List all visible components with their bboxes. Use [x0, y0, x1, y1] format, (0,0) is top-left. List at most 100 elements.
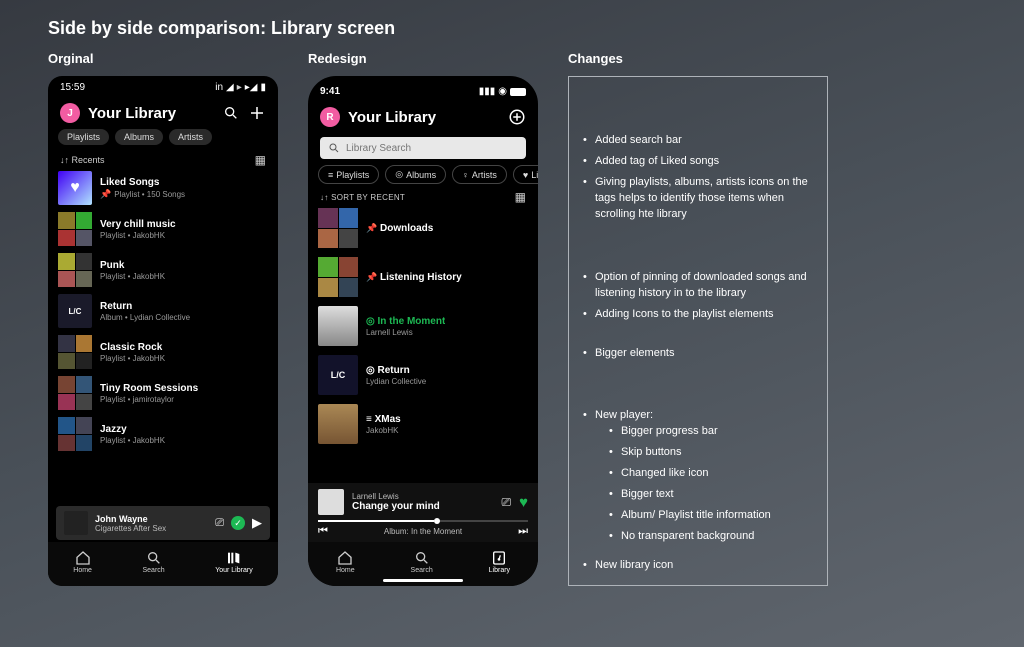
item-title: ≡ XMas — [366, 414, 401, 425]
change-subitem: Skip buttons — [609, 445, 813, 461]
thumb-playlist — [318, 404, 358, 444]
change-item: Added search bar — [583, 133, 813, 149]
list-item[interactable]: Very chill musicPlaylist • JakobHK — [58, 212, 268, 246]
pin-icon: 📌 — [366, 272, 377, 282]
list-item[interactable]: 📌 Listening History — [318, 257, 528, 297]
item-title: Return — [100, 301, 190, 312]
chip-playlists[interactable]: ≡Playlists — [318, 165, 379, 184]
col-original: Orginal 15:59 in ◢ ▸ ▸◢ ▮ J Your Library — [48, 51, 278, 586]
nav-search[interactable]: Search — [142, 550, 164, 574]
thumb-album: L/C — [58, 294, 92, 328]
list-item[interactable]: ♥ Liked Songs📌Playlist • 150 Songs — [58, 171, 268, 205]
chip-liked[interactable]: ♥Liked — [513, 165, 538, 184]
item-title: Classic Rock — [100, 342, 165, 353]
chip-albums[interactable]: Albums — [115, 129, 163, 145]
player-title: Change your mind — [352, 501, 493, 512]
progress-bar[interactable] — [318, 520, 528, 522]
list-item[interactable]: JazzyPlaylist • JakobHK — [58, 417, 268, 451]
status-icons: ▮▮▮ ◉ — [479, 86, 526, 97]
sort-button[interactable]: ↓↑ Recents — [60, 155, 105, 165]
nav-search[interactable]: Search — [411, 550, 433, 574]
chip-artists[interactable]: ♀Artists — [452, 165, 507, 184]
prev-icon[interactable]: ⏮ — [318, 525, 328, 538]
sort-button[interactable]: ↓↑ SORT BY RECENT — [320, 193, 405, 202]
nav-library[interactable]: Library — [489, 550, 510, 574]
item-subtitle: Playlist • JakobHK — [100, 231, 176, 240]
downloaded-icon: ✓ — [231, 516, 245, 530]
item-subtitle: Larnell Lewis — [366, 328, 445, 337]
add-icon[interactable] — [248, 104, 266, 122]
item-subtitle: JakobHK — [366, 426, 401, 435]
add-circle-icon[interactable] — [508, 108, 526, 126]
list-item[interactable]: L/C ◎ ReturnLydian Collective — [318, 355, 528, 395]
item-title: Very chill music — [100, 219, 176, 230]
header-title: Your Library — [88, 105, 214, 122]
list-item[interactable]: Classic RockPlaylist • JakobHK — [58, 335, 268, 369]
now-playing-bar[interactable]: Larnell Lewis Change your mind ⎚ ♥ ⏮ Alb… — [308, 483, 538, 542]
avatar[interactable]: R — [320, 107, 340, 127]
change-item: Bigger elements — [583, 346, 813, 362]
status-bar: 9:41 ▮▮▮ ◉ — [308, 76, 538, 99]
thumb-grid — [58, 417, 92, 451]
list-item[interactable]: L/C ReturnAlbum • Lydian Collective — [58, 294, 268, 328]
changes-box: Added search bar Added tag of Liked song… — [568, 76, 828, 586]
search-icon[interactable] — [222, 104, 240, 122]
player-artist: Cigarettes After Sex — [95, 524, 208, 533]
nav-library[interactable]: Your Library — [215, 550, 253, 574]
change-item: Option of pinning of downloaded songs an… — [583, 270, 813, 302]
change-subitem: Bigger progress bar — [609, 424, 813, 440]
chip-playlists[interactable]: Playlists — [58, 129, 109, 145]
home-indicator — [383, 579, 463, 582]
change-item: Added tag of Liked songs — [583, 154, 813, 170]
item-title: Tiny Room Sessions — [100, 383, 198, 394]
chip-artists[interactable]: Artists — [169, 129, 212, 145]
cellular-icon: ▮▮▮ — [479, 86, 496, 97]
status-icons: in ◢ ▸ ▸◢ ▮ — [215, 82, 266, 93]
next-icon[interactable]: ⏭ — [518, 525, 528, 538]
search-field[interactable] — [346, 143, 518, 154]
linkedin-icon: in — [215, 82, 223, 93]
play-icon[interactable]: ▶ — [252, 515, 262, 531]
header-title: Your Library — [348, 109, 500, 126]
chip-albums[interactable]: ◎Albums — [385, 165, 446, 184]
view-grid-icon[interactable]: ▦ — [255, 153, 266, 167]
phone-redesign: 9:41 ▮▮▮ ◉ R Your Library ≡Playlists — [308, 76, 538, 586]
change-item: Giving playlists, albums, artists icons … — [583, 175, 813, 223]
list-item[interactable]: ◎ In the MomentLarnell Lewis — [318, 306, 528, 346]
change-item: New library icon — [583, 558, 813, 574]
nav-home[interactable]: Home — [73, 550, 92, 574]
view-grid-icon[interactable]: ▦ — [515, 190, 526, 204]
cast-icon[interactable]: ⎚ — [215, 517, 224, 530]
item-subtitle: Playlist • JakobHK — [100, 436, 165, 445]
item-title: Jazzy — [100, 424, 165, 435]
bottom-nav: Home Search Your Library — [48, 542, 278, 586]
pin-icon: 📌 — [366, 223, 377, 233]
search-input[interactable] — [320, 137, 526, 159]
list-item[interactable]: PunkPlaylist • JakobHK — [58, 253, 268, 287]
artist-icon: ♀ — [462, 170, 469, 180]
battery-icon: ▮ — [260, 82, 266, 93]
item-title: 📌 Listening History — [366, 272, 462, 283]
col-label-redesign: Redesign — [308, 51, 538, 66]
status-time: 15:59 — [60, 82, 85, 93]
list-item[interactable]: Tiny Room SessionsPlaylist • jamirotaylo… — [58, 376, 268, 410]
list-item[interactable]: ≡ XMasJakobHK — [318, 404, 528, 444]
mini-player[interactable]: John WayneCigarettes After Sex ⎚ ✓ ▶ — [56, 506, 270, 540]
wifi-icon: ▸◢ — [245, 82, 258, 93]
cast-icon[interactable]: ⎚ — [501, 495, 511, 510]
player-album: Album: In the Moment — [384, 527, 462, 536]
album-icon: ◎ — [366, 365, 375, 376]
player-title: John Wayne — [95, 514, 208, 524]
list-item[interactable]: 📌 Downloads — [318, 208, 528, 248]
item-title: Punk — [100, 260, 165, 271]
like-icon[interactable]: ♥ — [519, 494, 528, 511]
item-subtitle: Lydian Collective — [366, 377, 426, 386]
player-artist: Larnell Lewis — [352, 492, 493, 501]
status-time: 9:41 — [320, 86, 340, 97]
change-subitem: Changed like icon — [609, 466, 813, 482]
avatar[interactable]: J — [60, 103, 80, 123]
playlist-icon: ≡ — [328, 170, 333, 180]
library-list: ♥ Liked Songs📌Playlist • 150 Songs Very … — [48, 171, 278, 451]
nav-home[interactable]: Home — [336, 550, 355, 574]
item-subtitle: Playlist • 150 Songs — [114, 190, 185, 199]
